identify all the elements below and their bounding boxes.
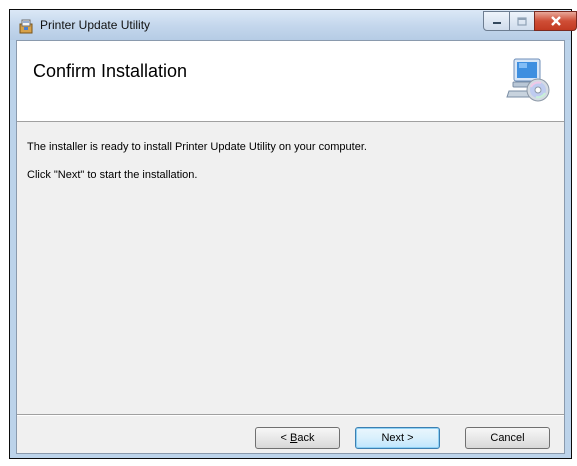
instruction-message: Click "Next" to start the installation. [27, 169, 198, 181]
ready-message: The installer is ready to install Printe… [27, 141, 367, 153]
header-banner: Confirm Installation [17, 41, 564, 122]
title-bar[interactable]: Printer Update Utility [10, 10, 577, 40]
back-button-rest: ack [297, 432, 315, 444]
button-divider [17, 414, 564, 416]
close-button[interactable] [534, 11, 577, 31]
installer-icon [19, 19, 33, 34]
back-button[interactable]: < Back [255, 427, 340, 449]
computer-cd-icon [506, 58, 550, 102]
minimize-button[interactable] [483, 11, 510, 31]
close-icon [550, 16, 561, 26]
maximize-button[interactable] [509, 11, 535, 31]
maximize-icon [517, 16, 527, 26]
back-button-mnemonic: B [290, 432, 298, 444]
installer-window: Printer Update Utility Confirm Installat… [9, 9, 577, 459]
cancel-button-label: Cancel [490, 432, 525, 444]
next-button[interactable]: Next > [355, 427, 440, 449]
back-button-prefix: < [280, 432, 290, 444]
minimize-icon [492, 22, 501, 24]
window-title: Printer Update Utility [40, 18, 151, 32]
cancel-button[interactable]: Cancel [465, 427, 550, 449]
next-button-label: Next > [381, 432, 414, 444]
banner-title: Confirm Installation [33, 61, 188, 81]
dialog-client-area: Confirm Installation The installer is re… [16, 40, 565, 454]
